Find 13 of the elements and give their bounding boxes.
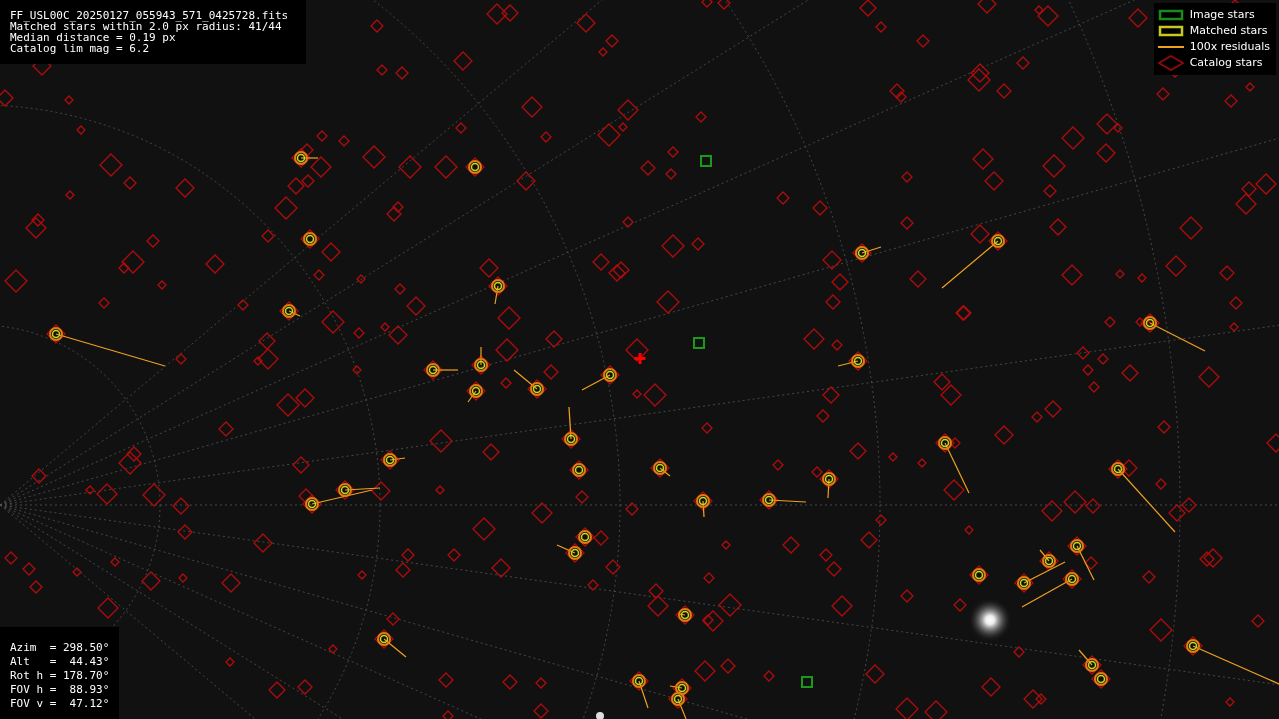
legend-label: 100x residuals — [1189, 39, 1270, 55]
info-text: FF_USL00C_20250127_055943_571_0425728.fits — [10, 10, 290, 21]
info-text: Median distance = 0.19 px — [10, 32, 176, 43]
legend-label: Catalog stars — [1189, 55, 1263, 71]
legend-label: Image stars — [1189, 7, 1255, 23]
pointing-text: Azim = 298.50° — [10, 641, 110, 655]
pointing-text: Alt = 44.43° — [10, 655, 110, 669]
pointing-text: FOV h = 88.93° — [10, 683, 110, 697]
pointing-text: Rot h = 178.70° — [10, 669, 110, 683]
legend-label: Matched stars — [1189, 23, 1268, 39]
info-text: Matched stars within 2.0 px radius: 41/44 — [10, 21, 282, 32]
pointing-text: FOV v = 47.12° — [10, 697, 110, 711]
info-text: Catalog lim mag = 6.2 — [10, 43, 151, 54]
